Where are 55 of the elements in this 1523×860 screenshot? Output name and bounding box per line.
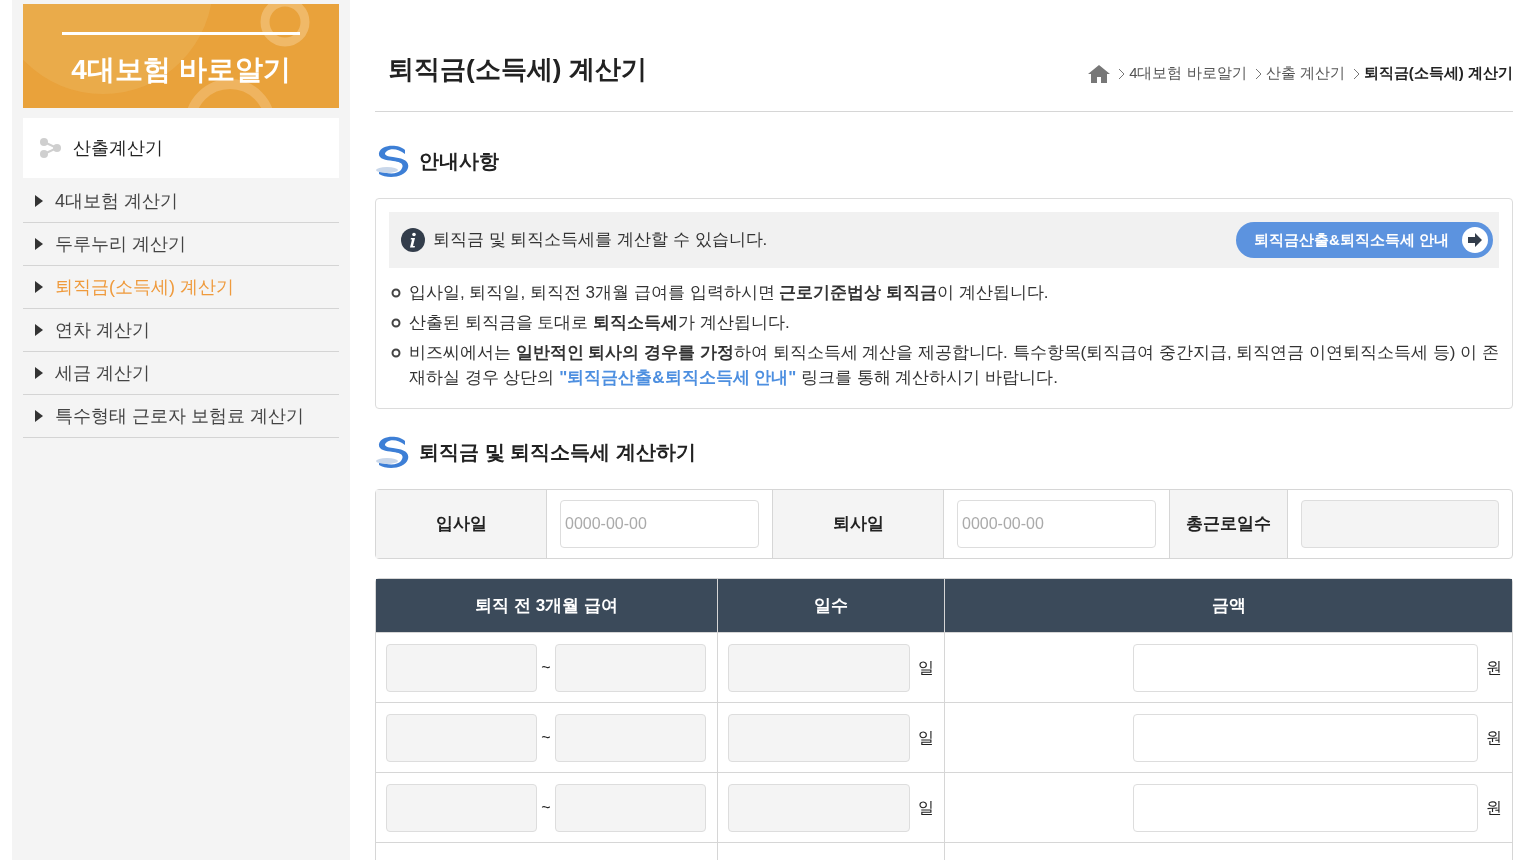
note-text: 산출된 퇴직금을 토대로 퇴직소득세가 계산됩니다. (409, 312, 790, 334)
sidebar-item[interactable]: 세금 계산기 (23, 352, 339, 395)
unit-label: 일 (918, 657, 934, 678)
caret-icon (35, 238, 43, 250)
breadcrumb-link[interactable]: 퇴직금(소득세) 계산기 (1363, 62, 1513, 85)
caret-icon (35, 324, 43, 336)
column-header: 일수 (718, 579, 945, 632)
note-text: 비즈씨에서는 일반적인 퇴사의 경우를 가정하여 퇴직소득세 계산을 제공합니다. 특수항목(퇴직급여 중간지급, 퇴직연금 이연퇴직소득세 등) 이 존재하실 경우 상단의 "퇴직금산출&퇴직소득세 안내" 링크를 통해 계산하시기 바랍니다. (409, 342, 1499, 389)
end-date-field[interactable]: 0000-00-00 (957, 500, 1156, 548)
unit-label: 일 (918, 797, 934, 818)
column-header: 퇴직 전 3개월 급여 (376, 579, 718, 632)
amount-field[interactable] (1133, 643, 1478, 692)
bullet-icon (391, 288, 401, 298)
page-title: 퇴직금(소득세) 계산기 (388, 53, 647, 86)
sidebar-item[interactable]: 4대보험 계산기 (23, 180, 339, 223)
sidebar-item[interactable]: 두루누리 계산기 (23, 223, 339, 266)
bullet-icon (391, 318, 401, 328)
unit-label: 원 (1486, 657, 1502, 678)
chevron-icon (1352, 67, 1360, 80)
section-label: 산출계산기 (73, 136, 163, 160)
range-separator: ~ (541, 657, 551, 678)
field-label: 입사일 (376, 490, 547, 558)
range-separator: ~ (541, 797, 551, 818)
note-text: 입사일, 퇴직일, 퇴직전 3개월 급여를 입력하시면 근로기준법상 퇴직금이 계산됩니다. (409, 282, 1049, 304)
sidebar-item[interactable]: 연차 계산기 (23, 309, 339, 352)
caret-icon (35, 367, 43, 379)
caret-icon (35, 195, 43, 207)
home-icon[interactable] (1088, 64, 1111, 83)
section-heading: 퇴직금 및 퇴직소득세 계산하기 (419, 440, 696, 465)
section-logo-icon (375, 435, 411, 469)
unit-label: 원 (1486, 797, 1502, 818)
field-label: 총근로일수 (1170, 490, 1288, 558)
column-header: 금액 (1210, 594, 1247, 617)
chevron-icon (1118, 67, 1126, 80)
breadcrumb-link[interactable]: 4대보험 바로알기 (1129, 62, 1247, 85)
caret-icon (35, 281, 43, 293)
amount-field[interactable] (1133, 713, 1478, 762)
field-label: 퇴사일 (773, 490, 944, 558)
sidebar-item[interactable]: 특수형태 근로자 보험료 계산기 (23, 395, 339, 438)
share-icon (39, 137, 61, 159)
breadcrumb-link[interactable]: 산출 계산기 (1265, 62, 1345, 85)
caret-icon (35, 410, 43, 422)
start-date-field[interactable]: 0000-00-00 (560, 500, 759, 548)
range-separator: ~ (541, 727, 551, 748)
chevron-icon (1254, 67, 1262, 80)
bullet-icon (391, 348, 401, 358)
amount-field[interactable] (1133, 783, 1478, 832)
info-text: 퇴직금 및 퇴직소득세를 계산할 수 있습니다. (433, 229, 768, 252)
unit-label: 원 (1486, 727, 1502, 748)
banner-title: 4대보험 바로알기 (71, 53, 291, 87)
section-heading: 안내사항 (419, 149, 499, 174)
section-logo-icon (375, 144, 411, 178)
info-icon (401, 228, 425, 252)
unit-label: 일 (918, 727, 934, 748)
arrow-right-icon (1461, 226, 1489, 254)
